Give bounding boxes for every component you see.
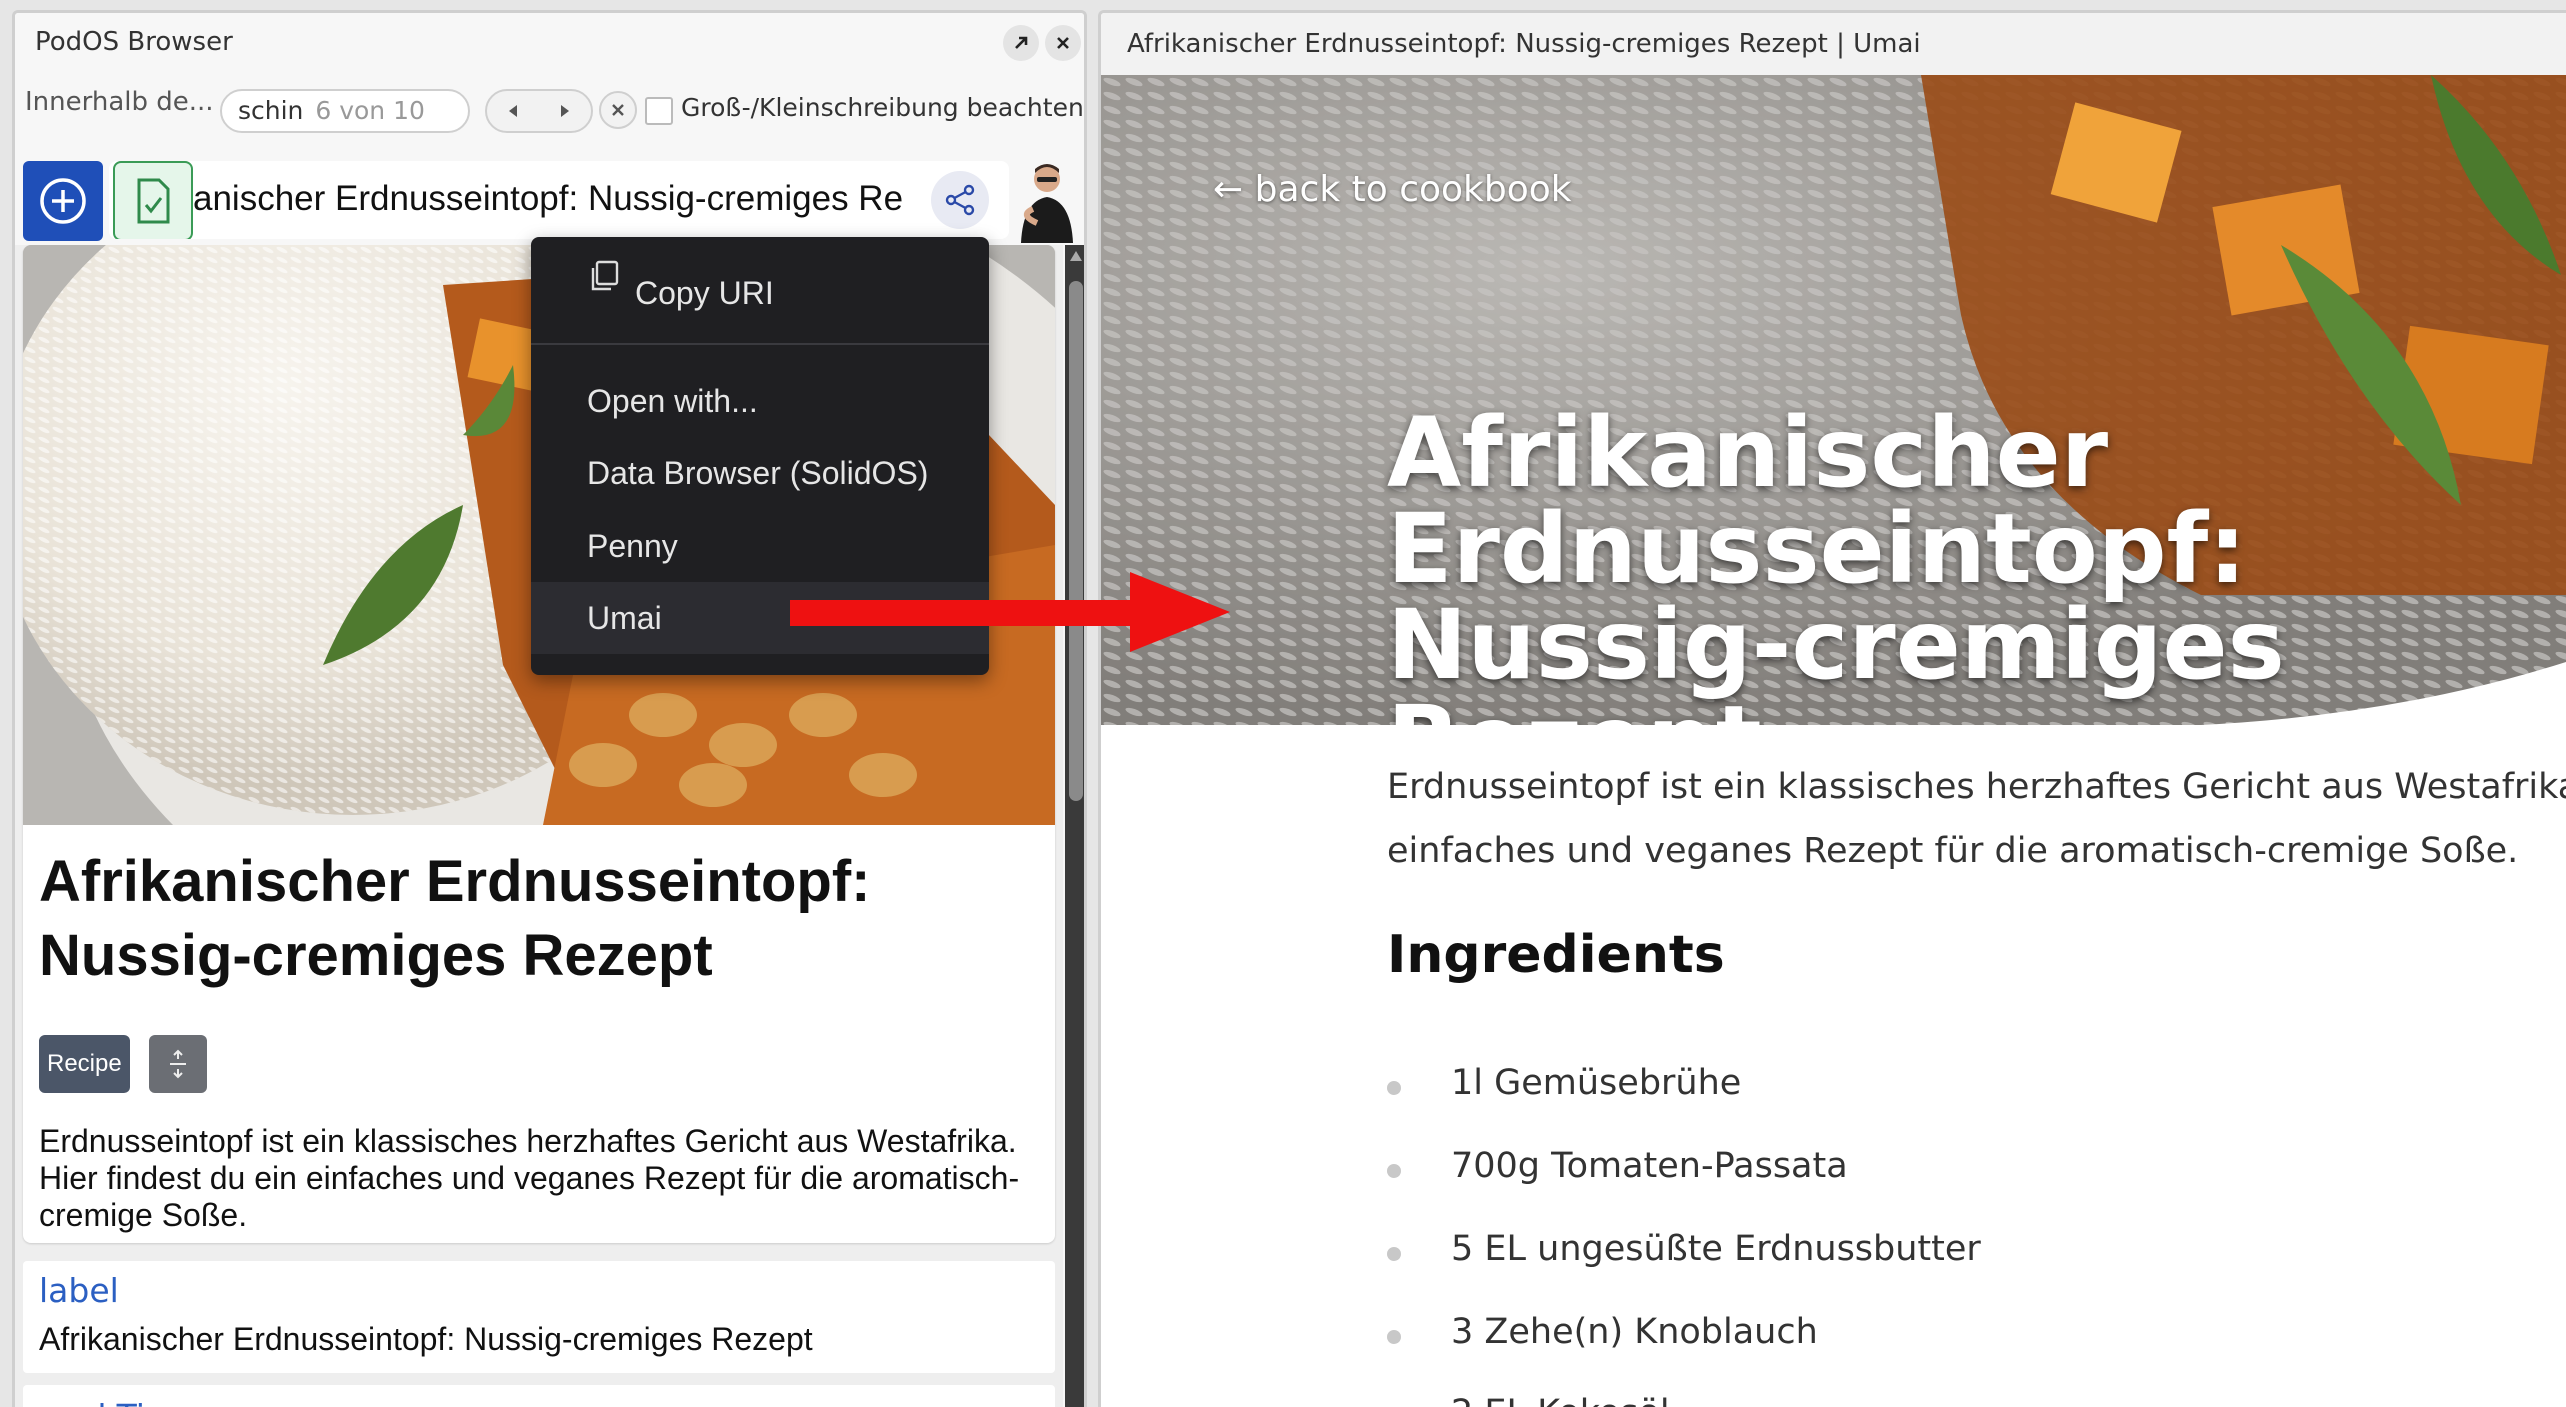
find-bar: Innerhalb de... schin 6 von 10 Groß-/Kle… <box>15 75 1084 133</box>
uri-bar[interactable]: anischer Erdnusseintopf: Nussig-cremiges… <box>109 161 1009 239</box>
avatar[interactable] <box>1009 157 1085 243</box>
podos-browser-window: PodOS Browser Innerhalb de... schin 6 vo… <box>12 10 1087 1407</box>
popout-icon <box>1015 36 1028 49</box>
property-row: cookTime <box>23 1385 1055 1407</box>
hero-title: Afrikanischer Erdnusseintopf: Nussig-cre… <box>1387 397 2285 725</box>
bullet-icon <box>1387 1330 1401 1344</box>
recipe-title: Afrikanischer Erdnusseintopf: Nussig-cre… <box>39 849 871 988</box>
bullet-icon <box>1387 1164 1401 1178</box>
document-button[interactable] <box>113 161 193 239</box>
back-to-cookbook-link[interactable]: ← back to cookbook <box>1213 169 1572 210</box>
ingredients-heading: Ingredients <box>1387 925 1725 985</box>
document-check-icon <box>137 178 170 224</box>
menu-item-solidos[interactable]: Data Browser (SolidOS) <box>531 437 989 509</box>
match-case-label: Groß-/Kleinschreibung beachten <box>681 93 1084 122</box>
find-scope-select[interactable]: Innerhalb de... <box>25 87 214 117</box>
share-button[interactable] <box>931 171 989 229</box>
window-titlebar: Afrikanischer Erdnusseintopf: Nussig-cre… <box>1101 13 2566 75</box>
type-tag[interactable]: Recipe <box>39 1035 130 1093</box>
window-titlebar: PodOS Browser <box>15 13 1084 69</box>
ingredient-text: 2 EL Kokosöl <box>1451 1393 1670 1407</box>
podos-toolbar: anischer Erdnusseintopf: Nussig-cremiges… <box>15 153 1084 243</box>
window-title: Afrikanischer Erdnusseintopf: Nussig-cre… <box>1127 29 1921 59</box>
property-key[interactable]: label <box>39 1271 119 1310</box>
menu-heading-open-with: Open with... <box>587 383 758 419</box>
ingredient-text: 700g Tomaten-Passata <box>1451 1146 1848 1186</box>
ingredient-text: 1l Gemüsebrühe <box>1451 1063 1742 1103</box>
plus-circle-icon <box>40 178 86 224</box>
menu-item-copy-uri[interactable]: Copy URI <box>531 257 989 329</box>
find-input[interactable]: schin 6 von 10 <box>220 89 470 133</box>
find-navigation <box>485 89 593 133</box>
triangle-right-icon <box>561 105 569 117</box>
find-close-button[interactable] <box>599 91 637 129</box>
recipe-intro: Erdnusseintopf ist ein klassisches herzh… <box>1387 755 2566 883</box>
scroll-up-arrow[interactable] <box>1070 251 1082 261</box>
match-case-checkbox[interactable] <box>645 97 673 125</box>
ingredient-text: 3 Zehe(n) Knoblauch <box>1451 1312 1818 1352</box>
find-previous-button[interactable] <box>487 91 539 131</box>
window-title: PodOS Browser <box>35 27 233 57</box>
recipe-hero: ← back to cookbook Afrikanischer Erdnuss… <box>1101 75 2566 725</box>
uri-text: anischer Erdnusseintopf: Nussig-cremiges… <box>193 179 904 218</box>
recipe-intro-line: einfaches und veganes Rezept für die aro… <box>1387 831 2519 871</box>
property-key[interactable]: cookTime <box>39 1397 197 1407</box>
close-window-button[interactable] <box>1045 25 1081 61</box>
recipe-description: Erdnusseintopf ist ein klassisches herzh… <box>39 1123 1020 1233</box>
scrollbar-thumb[interactable] <box>1069 281 1083 801</box>
bullet-icon <box>1387 1081 1401 1095</box>
ingredient-text: 5 EL ungesüßte Erdnussbutter <box>1451 1229 1981 1269</box>
close-icon <box>612 104 624 116</box>
find-next-button[interactable] <box>539 91 591 131</box>
bullet-icon <box>1387 1247 1401 1261</box>
menu-divider <box>531 343 989 345</box>
arrow-left-icon: ← <box>1213 169 1255 210</box>
find-query: schin <box>238 96 304 125</box>
property-row: label Afrikanischer Erdnusseintopf: Nuss… <box>23 1261 1055 1373</box>
back-link-label: back to cookbook <box>1254 169 1572 210</box>
expand-types-button[interactable] <box>149 1035 207 1093</box>
scrollbar[interactable] <box>1065 245 1084 1407</box>
annotation-arrow <box>790 572 1230 652</box>
recipe-intro-line: Erdnusseintopf ist ein klassisches herzh… <box>1387 767 2566 807</box>
property-value: Afrikanischer Erdnusseintopf: Nussig-cre… <box>39 1321 813 1357</box>
expand-vertical-icon <box>170 1049 186 1079</box>
triangle-left-icon <box>509 105 517 117</box>
add-button[interactable] <box>23 161 103 241</box>
umai-window: Afrikanischer Erdnusseintopf: Nussig-cre… <box>1098 10 2566 1407</box>
popout-button[interactable] <box>1003 25 1039 61</box>
find-match-count: 6 von 10 <box>315 96 425 125</box>
share-icon <box>945 184 975 216</box>
close-icon <box>1057 37 1069 49</box>
